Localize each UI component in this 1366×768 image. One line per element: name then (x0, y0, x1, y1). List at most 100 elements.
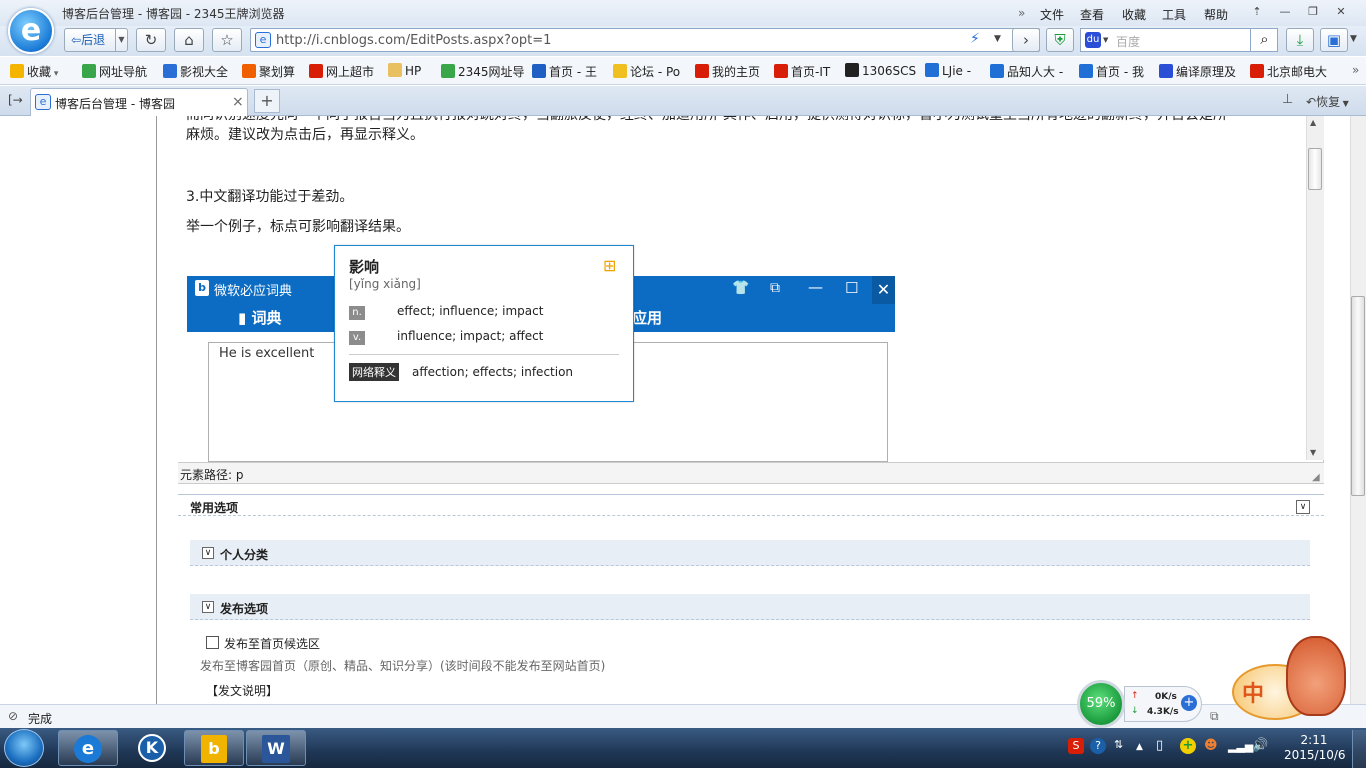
tray-network-icon[interactable]: ▂▃▅ (1228, 740, 1253, 753)
tab-close-icon[interactable]: × (232, 94, 244, 110)
taskbar-browser-icon[interactable]: e (58, 730, 118, 766)
tray-help-icon[interactable]: ? (1090, 738, 1106, 754)
favorite-item[interactable]: 网上超市 (309, 63, 374, 80)
taskbar-dictionary-icon[interactable]: b (184, 730, 244, 766)
security-shield-icon[interactable]: ⛨ (1046, 28, 1074, 52)
menu-more-icon[interactable]: » (1018, 6, 1025, 20)
browser-logo-icon[interactable]: e (8, 8, 54, 54)
clean-icon[interactable]: ⊥ (1282, 92, 1293, 107)
skin-icon[interactable]: ⇡ (1244, 3, 1270, 21)
dictionary-tab-apps: 应用 (632, 309, 663, 327)
baidu-icon[interactable]: du (1085, 32, 1101, 48)
tray-expand-icon[interactable]: ▲ (1136, 742, 1143, 752)
home-icon[interactable]: ⌂ (174, 28, 204, 52)
favorites-more-icon[interactable]: » (1352, 63, 1359, 77)
favorite-label: 首页 - 王 (549, 65, 597, 79)
favorite-icon (990, 64, 1004, 78)
start-button[interactable] (4, 729, 44, 767)
tab-title: 博客后台管理 - 博客园 (55, 97, 175, 111)
maximize-icon[interactable]: ❐ (1300, 3, 1326, 21)
minimize-icon[interactable]: — (1272, 3, 1298, 21)
publish-home-checkbox[interactable] (206, 636, 219, 649)
collapse-icon[interactable]: ∨ (202, 601, 214, 613)
favorite-icon (1079, 64, 1093, 78)
tray-settings-icon[interactable]: ⇅ (1114, 738, 1123, 751)
url-dropdown-icon[interactable]: ▼ (994, 34, 1001, 44)
status-window-icon[interactable]: ⧉ (1210, 709, 1219, 724)
new-tab-button[interactable]: + (254, 89, 280, 113)
tray-volume-icon[interactable]: 🔊 (1252, 738, 1268, 753)
taskbar-k-app-icon[interactable]: K (122, 730, 182, 766)
common-options-header[interactable]: 常用选项 (178, 494, 1324, 516)
speedup-plus-icon[interactable]: + (1181, 695, 1197, 711)
extensions-icon[interactable]: ▣ (1320, 28, 1348, 52)
memory-gauge[interactable]: 59% (1077, 680, 1125, 728)
favorite-item[interactable]: 论坛 - Po (613, 63, 680, 80)
favorite-item[interactable]: 首页 - 我 (1079, 63, 1144, 80)
search-icon[interactable]: ⌕ (1250, 28, 1278, 52)
dictionary-title: 微软必应词典 (214, 284, 293, 299)
common-options-toggle-icon[interactable]: ∨ (1296, 500, 1310, 514)
favorite-item[interactable]: 网址导航 (82, 63, 147, 80)
post-note-link[interactable]: 【发文说明】 (206, 682, 278, 699)
favorite-item[interactable]: 我的主页 (695, 63, 760, 80)
address-text[interactable]: http://i.cnblogs.com/EditPosts.aspx?opt=… (276, 33, 551, 48)
editor-scroll-down-icon[interactable]: ▼ (1310, 448, 1316, 457)
show-desktop-button[interactable] (1352, 730, 1366, 768)
refresh-icon[interactable]: ↻ (136, 28, 166, 52)
favorite-icon (845, 63, 859, 77)
favorite-icon (774, 64, 788, 78)
tray-mascot-icon[interactable]: ☻ (1204, 738, 1218, 753)
editor-scroll-up-icon[interactable]: ▲ (1310, 118, 1316, 127)
menu-file[interactable]: 文件 (1040, 6, 1064, 23)
close-window-icon[interactable]: ✕ (1328, 3, 1354, 21)
favorite-item[interactable]: 影视大全 (163, 63, 228, 80)
taskbar-word-icon[interactable]: W (246, 730, 306, 766)
favorite-item[interactable]: 品知人大 - (990, 63, 1063, 80)
favorite-item[interactable]: 收藏 ▾ (10, 63, 58, 80)
favorite-item[interactable]: 首页-IT (774, 63, 830, 80)
resize-grip-icon[interactable]: ◢ (1312, 472, 1320, 483)
favorite-item[interactable]: 2345网址导 (441, 63, 525, 80)
mascot-character-icon[interactable] (1286, 636, 1346, 716)
extensions-dropdown-icon[interactable]: ▼ (1350, 34, 1357, 44)
personal-category-section[interactable]: ∨ 个人分类 (190, 540, 1310, 566)
favorite-item[interactable]: 编译原理及 (1159, 63, 1236, 80)
tray-sogou-icon[interactable]: S (1068, 738, 1084, 754)
menu-view[interactable]: 查看 (1080, 6, 1104, 23)
popup-def-text: effect; influence; impact (397, 304, 544, 318)
editor-line-4: 举一个例子，标点可影响翻译结果。 (186, 219, 410, 235)
tray-360-icon[interactable]: + (1180, 738, 1196, 754)
speed-mode-icon[interactable]: ⚡ (970, 31, 980, 47)
add-to-wordbook-icon[interactable]: ⊞ (603, 256, 616, 275)
restore-tab-button[interactable]: ↶恢复 ▼ (1306, 93, 1349, 110)
favorite-item[interactable]: 聚划算 (242, 63, 295, 80)
favorites-dropdown-icon[interactable]: ▾ (51, 69, 59, 79)
back-dropdown-icon[interactable]: ▼ (115, 29, 127, 51)
taskbar-clock[interactable]: 2:11 2015/10/6 (1284, 733, 1346, 763)
menu-favorites[interactable]: 收藏 (1122, 6, 1146, 23)
download-icon[interactable]: ⤓ (1286, 28, 1314, 52)
favorite-item[interactable]: 北京邮电大 (1250, 63, 1327, 80)
word-popup: 影响 [yǐng xiǎng] ⊞ n. effect; influence; i… (334, 245, 634, 402)
popup-divider (349, 354, 619, 355)
back-button[interactable]: ⇦后退 ▼ (64, 28, 128, 52)
collapse-icon[interactable]: ∨ (202, 547, 214, 559)
search-engine-dropdown-icon[interactable]: ▼ (1103, 36, 1108, 44)
menu-help[interactable]: 帮助 (1204, 6, 1228, 23)
favorite-item[interactable]: 首页 - 王 (532, 63, 597, 80)
bookmark-star-icon[interactable]: ☆ (212, 28, 242, 52)
editor-scroll-thumb[interactable] (1308, 148, 1322, 190)
favorite-item[interactable]: HP (388, 63, 421, 78)
forward-icon[interactable]: › (1012, 28, 1040, 52)
sidebar-toggle-icon[interactable]: [→ (8, 93, 23, 107)
publish-options-section[interactable]: ∨ 发布选项 (190, 594, 1310, 620)
search-box[interactable] (1080, 28, 1278, 52)
tray-device-icon[interactable]: ▯ (1156, 738, 1163, 753)
favorite-item[interactable]: LJie - (925, 63, 971, 78)
menu-tools[interactable]: 工具 (1162, 6, 1186, 23)
pos-badge: v. (349, 331, 365, 345)
page-scroll-thumb[interactable] (1351, 296, 1365, 496)
favorite-item[interactable]: 1306SCS (845, 63, 916, 78)
popup-def-noun: n. effect; influence; impact (349, 304, 543, 320)
